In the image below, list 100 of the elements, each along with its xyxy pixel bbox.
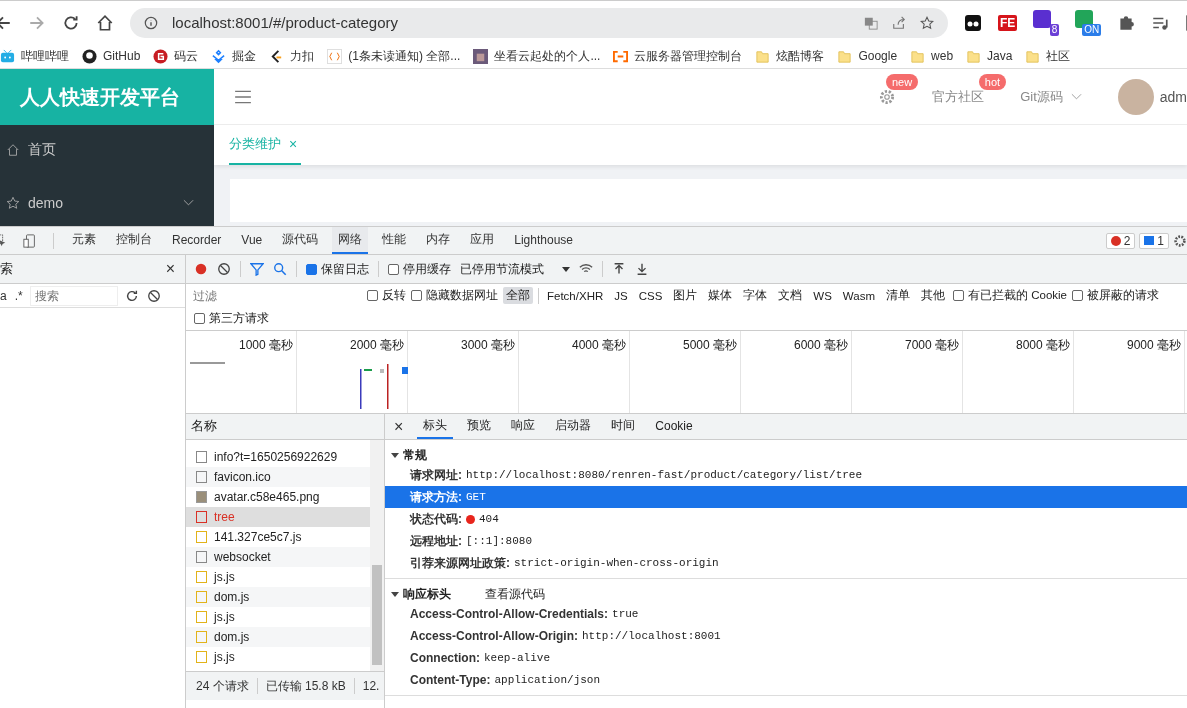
extension-icon[interactable] (964, 13, 982, 32)
column-header[interactable]: 名称 (186, 414, 384, 440)
request-row[interactable]: favicon.ico (186, 467, 370, 487)
header-row[interactable]: 远程地址: [::1]:8080 (385, 530, 1187, 552)
message-count[interactable]: 1 (1139, 232, 1169, 249)
settings-icon[interactable] (1173, 233, 1187, 248)
search-icon[interactable] (273, 262, 287, 276)
hide-data-urls-checkbox[interactable]: 隐藏数据网址 (411, 288, 498, 303)
devtools-tab[interactable]: Vue (235, 227, 269, 254)
request-row[interactable]: 141.327ce5c7.js (186, 527, 370, 547)
devtools-tab[interactable]: 网络 (332, 227, 369, 254)
request-row[interactable]: js.js (186, 647, 370, 667)
bookmark[interactable]: 掘金 (211, 47, 257, 65)
devtools-tab[interactable]: 元素 (66, 227, 102, 254)
request-row[interactable]: dom.js (186, 587, 370, 607)
device-icon[interactable] (23, 233, 37, 248)
bookmark[interactable]: 社区 (1025, 47, 1071, 65)
section-toggle[interactable] (391, 591, 399, 597)
home-icon[interactable] (96, 13, 114, 32)
header-row[interactable]: 请求方法: GET (385, 486, 1187, 508)
filter-icon[interactable] (250, 262, 264, 276)
request-row[interactable]: info?t=1650256922629 (186, 447, 370, 467)
details-tab[interactable]: 时间 (605, 414, 642, 439)
caret-icon[interactable] (562, 266, 570, 272)
bookmark[interactable]: 码云 (153, 47, 199, 65)
request-row[interactable]: js.js (186, 607, 370, 627)
type-filter[interactable]: WS (810, 288, 835, 303)
request-row[interactable]: js.js (186, 567, 370, 587)
git-menu[interactable]: Git源码 (1020, 87, 1063, 106)
type-filter[interactable]: 字体 (740, 287, 771, 304)
error-count[interactable]: 2 (1105, 232, 1136, 249)
invert-checkbox[interactable]: 反转 (367, 288, 406, 303)
download-icon[interactable] (635, 262, 649, 276)
section-title[interactable]: 响应标头 (403, 585, 451, 603)
bookmark[interactable]: (1条未读通知) 全部... (327, 47, 461, 65)
bookmark[interactable]: 云服务器管理控制台 (613, 47, 743, 65)
request-row[interactable]: websocket (186, 547, 370, 567)
clear-icon[interactable] (217, 262, 231, 276)
bookmark[interactable]: GitHub (82, 48, 141, 64)
header-row[interactable]: Access-Control-Allow-Credentials: true (385, 603, 1187, 625)
type-filter[interactable]: 图片 (670, 287, 701, 304)
type-filter[interactable]: 其他 (918, 287, 948, 304)
third-party-checkbox[interactable]: 第三方请求 (194, 310, 269, 327)
bookmark[interactable]: 炫酷博客 (755, 47, 825, 65)
settings-icon[interactable] (878, 87, 897, 106)
bookmark[interactable]: 力扣 (269, 47, 315, 65)
star-icon[interactable] (920, 15, 934, 30)
puzzle-icon[interactable] (1117, 13, 1136, 32)
type-filter[interactable]: 全部 (503, 287, 533, 304)
community-link[interactable]: 官方社区 (932, 87, 985, 106)
section-title[interactable]: 常规 (403, 446, 427, 464)
address-bar[interactable]: localhost:8001/#/product-category (130, 7, 948, 38)
disable-cache-checkbox[interactable]: 停用缓存 (388, 260, 451, 278)
request-row[interactable]: dom.js (186, 627, 370, 647)
preserve-log-checkbox[interactable]: 保留日志 (306, 260, 369, 278)
bookmark[interactable]: web (910, 48, 954, 64)
clear-icon[interactable] (146, 288, 161, 303)
reload-icon[interactable] (62, 13, 80, 32)
devtools-tab[interactable]: 源代码 (276, 227, 325, 254)
header-row[interactable]: Access-Control-Allow-Origin: http://localhost:8001 (385, 625, 1187, 647)
throttling-dropdown[interactable]: 已停用节流模式 (460, 260, 570, 278)
close-icon[interactable]: × (394, 417, 404, 436)
scrollbar[interactable] (370, 440, 384, 671)
type-filter[interactable]: Wasm (839, 288, 878, 303)
header-row[interactable]: 引荐来源网址政策: strict-origin-when-cross-origin (385, 552, 1187, 574)
devtools-tab[interactable]: 内存 (420, 227, 457, 254)
blocked-requests-checkbox[interactable]: 被屏蔽的请求 (1072, 288, 1159, 303)
match-case-toggle[interactable]: a (0, 288, 7, 303)
details-tab[interactable]: 启动器 (549, 414, 598, 439)
extension-icon[interactable]: FE (998, 14, 1018, 31)
details-tab[interactable]: 预览 (461, 414, 498, 439)
bookmark[interactable]: 哔哩哔哩 (0, 47, 69, 65)
view-source-link[interactable]: 查看源代码 (485, 585, 545, 603)
type-filter[interactable]: 文档 (775, 287, 806, 304)
blocked-cookies-checkbox[interactable]: 有已拦截的 Cookie (953, 288, 1067, 303)
info-icon[interactable] (144, 15, 158, 30)
upload-icon[interactable] (612, 262, 626, 276)
devtools-tab[interactable]: Recorder (166, 227, 228, 254)
header-row[interactable]: Content-Type: application/json (385, 669, 1187, 691)
close-icon[interactable]: × (165, 260, 175, 278)
details-tab[interactable]: 响应 (505, 414, 542, 439)
bookmark[interactable]: 坐看云起处的个人... (473, 47, 601, 65)
header-row[interactable]: 请求网址: http://localhost:8080/renren-fast/product/category/list/tree (385, 464, 1187, 486)
details-tab[interactable]: 标头 (417, 414, 454, 439)
search-field[interactable]: 搜索 (30, 286, 117, 305)
user-name[interactable]: adm (1159, 88, 1187, 105)
header-row[interactable]: Connection: keep-alive (385, 647, 1187, 669)
sidebar-item[interactable]: demo (0, 195, 214, 211)
devtools-tab[interactable]: Lighthouse (508, 227, 579, 254)
request-row[interactable]: avatar.c58e465.png (186, 487, 370, 507)
details-tab[interactable]: Cookie (649, 414, 699, 439)
refresh-icon[interactable] (124, 288, 139, 303)
header-row[interactable]: 状态代码: 404 (385, 508, 1187, 530)
sidebar-item[interactable]: 首页 (0, 141, 214, 159)
request-row[interactable]: tree (186, 507, 370, 527)
record-icon[interactable] (194, 262, 208, 276)
devtools-tab[interactable]: 性能 (376, 227, 413, 254)
bookmark[interactable]: Google (837, 48, 898, 64)
type-filter[interactable]: 媒体 (705, 287, 736, 304)
type-filter[interactable]: Fetch/XHR (544, 288, 607, 303)
